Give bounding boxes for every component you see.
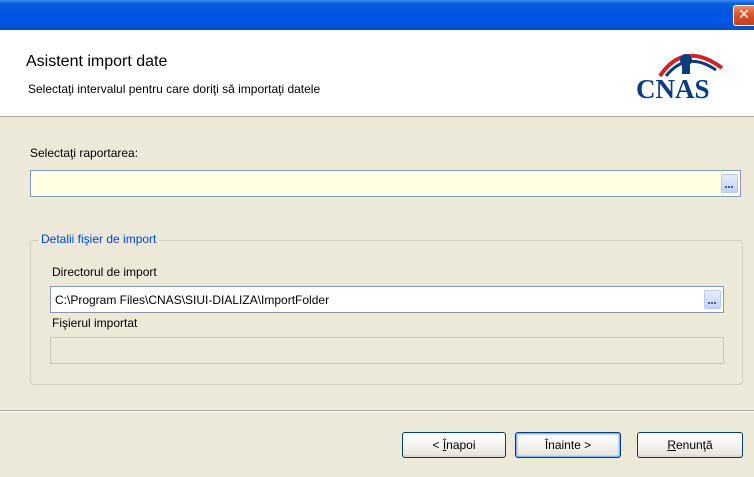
footer-separator <box>0 410 754 412</box>
import-directory-label: Directorul de import <box>52 265 157 279</box>
imported-file-label: Fişierul importat <box>52 316 138 330</box>
reporting-select[interactable] <box>30 170 741 197</box>
page-title: Asistent import date <box>26 53 168 70</box>
close-button[interactable]: ✕ <box>733 5 754 26</box>
next-button[interactable]: Înainte > <box>515 432 621 458</box>
reporting-browse-button[interactable] <box>721 174 738 193</box>
next-button-label: Înainte > <box>544 438 592 452</box>
ellipsis-icon <box>725 186 734 188</box>
page-subtitle: Selectaţi intervalul pentru care doriţi … <box>28 82 321 96</box>
cnas-logo-text: CNAS <box>636 74 710 104</box>
close-icon: ✕ <box>738 7 750 23</box>
back-button-label: napoi <box>446 438 476 452</box>
cancel-button-mnemonic: R <box>667 438 676 452</box>
import-directory-browse-button[interactable] <box>704 290 721 309</box>
back-button[interactable]: < Înapoi <box>402 432 506 458</box>
cancel-button-label: enunţă <box>675 438 713 452</box>
imported-file-field <box>50 337 724 364</box>
import-directory-value: C:\Program Files\CNAS\SIUI-DIALIZA\Impor… <box>55 293 330 307</box>
title-bar[interactable]: ✕ <box>0 0 754 30</box>
back-button-prefix: < <box>432 438 443 452</box>
wizard-header: Asistent import date Selectaţi intervalu… <box>0 30 754 117</box>
cancel-button[interactable]: Renunţă <box>637 432 743 458</box>
cnas-logo: CNAS <box>632 46 742 106</box>
wizard-window: ✕ Asistent import date Selectaţi interva… <box>0 0 754 477</box>
import-directory-field[interactable]: C:\Program Files\CNAS\SIUI-DIALIZA\Impor… <box>50 286 724 313</box>
import-details-legend: Detalii fişier de import <box>38 232 160 246</box>
reporting-label: Selectaţi raportarea: <box>30 146 139 160</box>
ellipsis-icon <box>708 302 717 304</box>
